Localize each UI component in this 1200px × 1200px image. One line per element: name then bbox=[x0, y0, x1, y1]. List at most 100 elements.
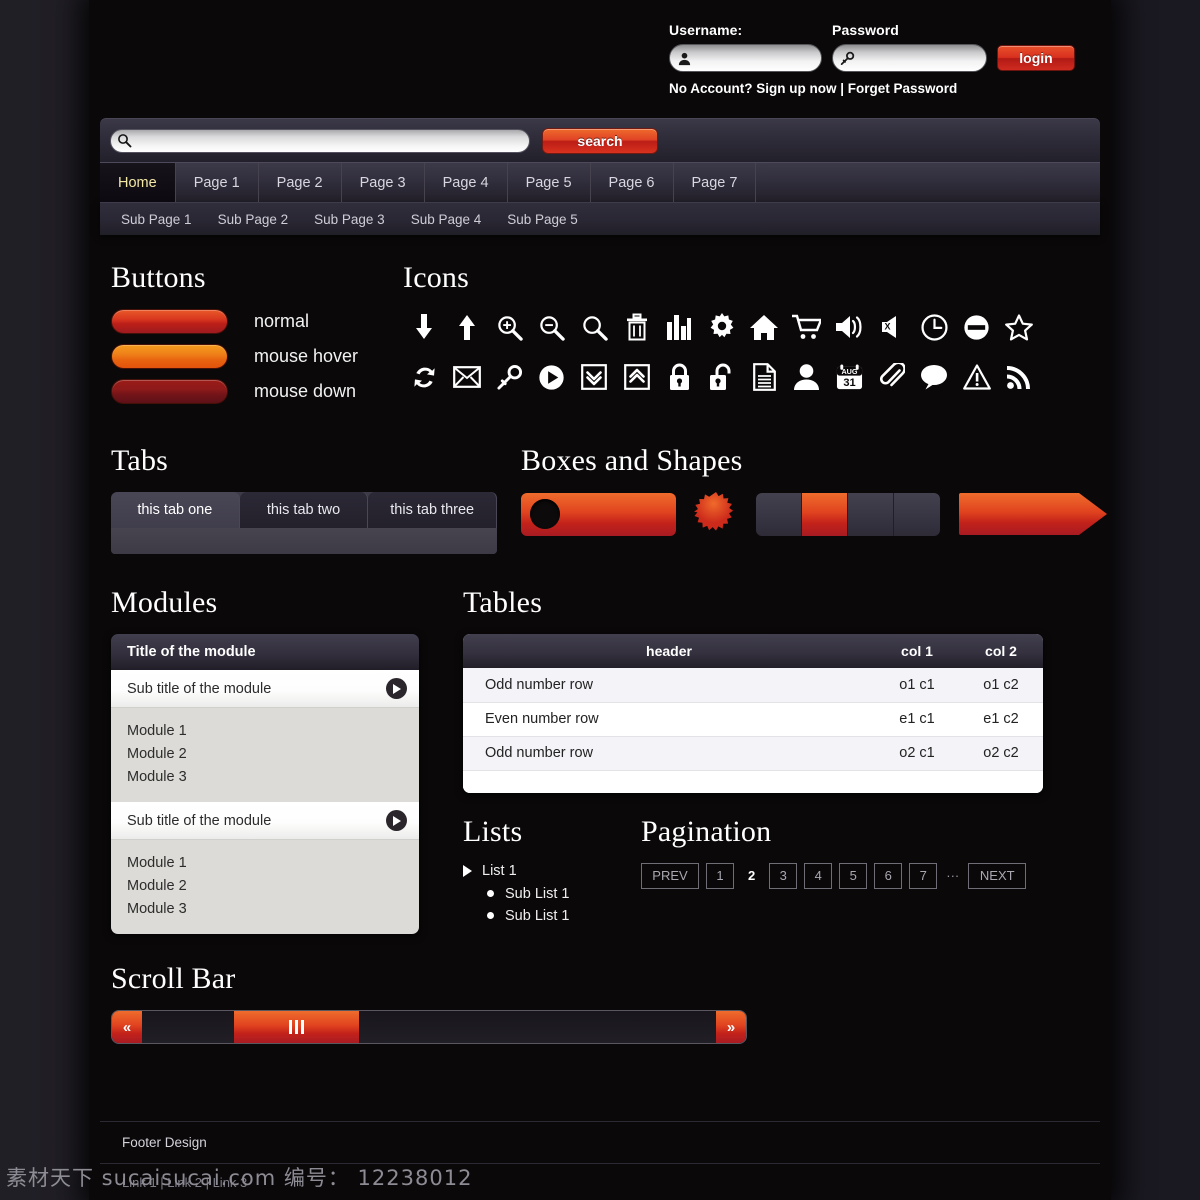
scroll-right-button[interactable]: » bbox=[716, 1011, 746, 1043]
button-demo-down: mouse down bbox=[111, 379, 403, 404]
lock-closed-icon[interactable] bbox=[658, 359, 701, 395]
nav-item-page-2[interactable]: Page 2 bbox=[259, 163, 342, 202]
table-row[interactable]: Odd number row o1 c1 o1 c2 bbox=[463, 668, 1043, 703]
scroll-thumb[interactable] bbox=[234, 1011, 359, 1043]
module-subtitle-1[interactable]: Sub title of the module bbox=[111, 670, 419, 708]
nav-item-page-1[interactable]: Page 1 bbox=[176, 163, 259, 202]
star-icon[interactable] bbox=[998, 309, 1041, 345]
row-tabs-shapes: Tabs this tab one this tab two this tab … bbox=[111, 444, 1107, 554]
envelope-icon[interactable] bbox=[446, 359, 489, 395]
volume-up-icon[interactable] bbox=[828, 309, 871, 345]
user-icon[interactable] bbox=[786, 359, 829, 395]
table-row[interactable]: Odd number row o2 c1 o2 c2 bbox=[463, 736, 1043, 771]
login-button[interactable]: login bbox=[997, 45, 1075, 71]
module-item[interactable]: Module 2 bbox=[127, 743, 403, 766]
subnav-item-4[interactable]: Sub Page 4 bbox=[398, 212, 495, 227]
home-icon[interactable] bbox=[743, 309, 786, 345]
pagination-page-3[interactable]: 3 bbox=[769, 862, 798, 889]
module-item[interactable]: Module 3 bbox=[127, 766, 403, 789]
rss-icon[interactable] bbox=[998, 359, 1041, 395]
subnav-item-1[interactable]: Sub Page 1 bbox=[108, 212, 205, 227]
key-icon[interactable] bbox=[488, 359, 531, 395]
list-item-top[interactable]: List 1 bbox=[463, 863, 641, 879]
segment-3[interactable] bbox=[848, 492, 894, 536]
document-icon[interactable] bbox=[743, 359, 786, 395]
bar-chart-icon[interactable] bbox=[658, 309, 701, 345]
pagination-next-button[interactable]: NEXT bbox=[968, 862, 1027, 889]
clock-icon[interactable] bbox=[913, 309, 956, 345]
play-arrow-icon[interactable] bbox=[386, 678, 407, 699]
shopping-cart-icon[interactable] bbox=[786, 309, 829, 345]
tab-three[interactable]: this tab three bbox=[368, 492, 497, 528]
play-arrow-icon[interactable] bbox=[386, 810, 407, 831]
demo-button-normal[interactable] bbox=[111, 309, 228, 334]
list-item-sub[interactable]: Sub List 1 bbox=[487, 886, 641, 902]
calendar-icon[interactable]: AUG 31 bbox=[828, 359, 871, 395]
list-item-sub[interactable]: Sub List 1 bbox=[487, 908, 641, 924]
trash-icon[interactable] bbox=[616, 309, 659, 345]
demo-button-down[interactable] bbox=[111, 379, 228, 404]
gear-icon[interactable] bbox=[701, 309, 744, 345]
play-circle-icon[interactable] bbox=[531, 359, 574, 395]
segment-1[interactable] bbox=[756, 492, 802, 536]
zoom-in-icon[interactable] bbox=[488, 309, 531, 345]
pagination-page-4[interactable]: 4 bbox=[804, 862, 833, 889]
tab-one[interactable]: this tab one bbox=[111, 492, 240, 528]
tab-two[interactable]: this tab two bbox=[239, 492, 369, 528]
nav-item-page-3[interactable]: Page 3 bbox=[342, 163, 425, 202]
username-field[interactable] bbox=[669, 44, 822, 72]
nav-item-page-6[interactable]: Page 6 bbox=[591, 163, 674, 202]
paperclip-icon[interactable] bbox=[871, 359, 914, 395]
pagination-page-6[interactable]: 6 bbox=[874, 862, 903, 889]
pagination-prev-button[interactable]: PREV bbox=[641, 862, 699, 889]
subnav-item-3[interactable]: Sub Page 3 bbox=[301, 212, 398, 227]
nav-item-page-4[interactable]: Page 4 bbox=[425, 163, 508, 202]
module-item[interactable]: Module 1 bbox=[127, 852, 403, 875]
subnav-item-5[interactable]: Sub Page 5 bbox=[494, 212, 591, 227]
search-input[interactable] bbox=[137, 133, 529, 148]
search-field[interactable] bbox=[110, 128, 530, 153]
lock-open-icon[interactable] bbox=[701, 359, 744, 395]
table-row[interactable]: Even number row e1 c1 e1 c2 bbox=[463, 702, 1043, 737]
subnav-item-2[interactable]: Sub Page 2 bbox=[205, 212, 302, 227]
scroll-track[interactable] bbox=[142, 1011, 716, 1043]
refresh-icon[interactable] bbox=[403, 359, 446, 395]
nav-item-page-7[interactable]: Page 7 bbox=[674, 163, 757, 202]
pagination-page-7[interactable]: 7 bbox=[909, 862, 938, 889]
nav-item-page-5[interactable]: Page 5 bbox=[508, 163, 591, 202]
module-subtitle-2[interactable]: Sub title of the module bbox=[111, 802, 419, 840]
arrow-down-icon[interactable] bbox=[403, 309, 446, 345]
module-item[interactable]: Module 3 bbox=[127, 898, 403, 921]
pagination-page-5[interactable]: 5 bbox=[839, 862, 868, 889]
nav-item-home[interactable]: Home bbox=[100, 163, 176, 202]
demo-button-hover[interactable] bbox=[111, 344, 228, 369]
search-icon[interactable] bbox=[573, 309, 616, 345]
comment-icon[interactable] bbox=[913, 359, 956, 395]
pagination-page-1[interactable]: 1 bbox=[706, 862, 734, 889]
button-demo-hover: mouse hover bbox=[111, 344, 403, 369]
scroll-left-button[interactable]: « bbox=[112, 1011, 142, 1043]
segment-4[interactable] bbox=[894, 492, 940, 536]
password-field[interactable] bbox=[832, 44, 987, 72]
block-circle-icon[interactable] bbox=[956, 309, 999, 345]
footer-links[interactable]: Link 1 | Link 2 | Link 3 bbox=[100, 1164, 1100, 1200]
module-item[interactable]: Module 2 bbox=[127, 875, 403, 898]
login-helper-links[interactable]: No Account? Sign up now | Forget Passwor… bbox=[669, 81, 1089, 96]
segment-2-active[interactable] bbox=[802, 492, 848, 536]
volume-mute-icon[interactable]: X bbox=[871, 309, 914, 345]
horizontal-scrollbar[interactable]: « » bbox=[111, 1010, 747, 1044]
pagination-section: Pagination PREV 1 2 3 4 5 6 7 ··· NEXT bbox=[641, 815, 1089, 930]
pagination-page-2-current[interactable]: 2 bbox=[741, 863, 762, 889]
scrollbar-section: Scroll Bar « » bbox=[111, 962, 1089, 1044]
search-button[interactable]: search bbox=[542, 127, 658, 154]
zoom-out-icon[interactable] bbox=[531, 309, 574, 345]
segmented-control[interactable] bbox=[756, 492, 940, 536]
chevron-up-box-icon[interactable] bbox=[616, 359, 659, 395]
arrow-up-icon[interactable] bbox=[446, 309, 489, 345]
module-item[interactable]: Module 1 bbox=[127, 720, 403, 743]
warning-icon[interactable] bbox=[956, 359, 999, 395]
chevron-down-box-icon[interactable] bbox=[573, 359, 616, 395]
password-input[interactable] bbox=[861, 51, 986, 65]
shape-pill-with-dot[interactable] bbox=[521, 492, 676, 536]
username-input[interactable] bbox=[698, 51, 821, 65]
